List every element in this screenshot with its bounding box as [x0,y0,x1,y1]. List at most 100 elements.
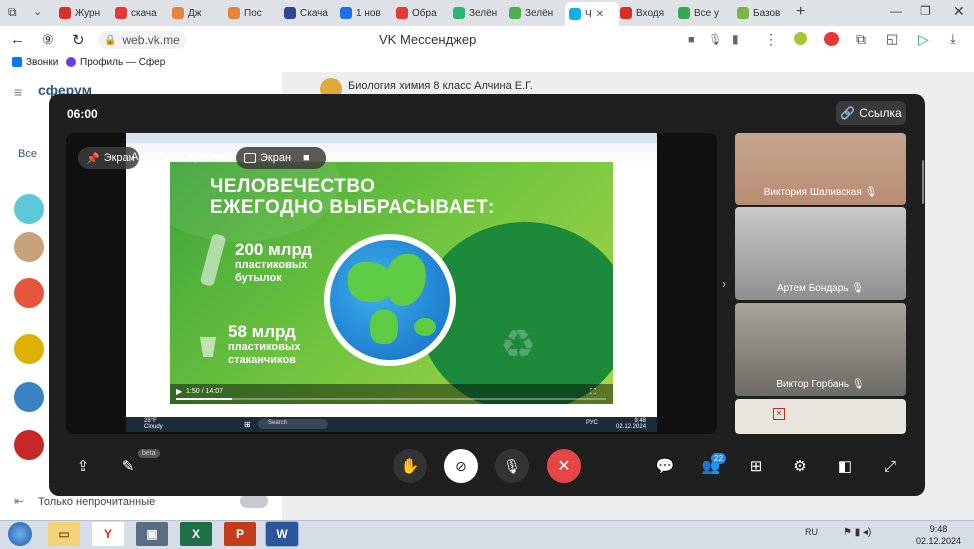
tab-label: Ч [585,8,592,20]
shared-search: Search [258,419,328,429]
browser-tab[interactable]: Все у [678,3,730,23]
camera-icon[interactable]: ■ [688,34,695,46]
browser-tab[interactable]: Скача [284,3,336,23]
beta-badge: beta [138,449,160,458]
close-tab-icon[interactable]: ✕ [596,9,604,20]
browser-tab[interactable]: Обра [396,3,448,23]
download-icon[interactable]: ⤓ [950,31,956,47]
yandex-icon[interactable]: ⑨ [42,32,54,48]
presenter-name: Анастасия Кузьмина [131,151,237,163]
browser-tab[interactable]: Журн [59,3,111,23]
microphone-icon: 🎙 [503,457,521,474]
browser-tab[interactable]: Ч ✕ [565,2,619,26]
taskbar-clock[interactable]: 9:48 02.12.2024 [916,523,961,547]
chevron-down-icon[interactable]: ⌄ [33,5,42,18]
avatar[interactable] [14,430,44,460]
participant-tile[interactable]: ✕ [735,399,906,434]
camera-toggle-button[interactable]: ⊘ [444,449,478,483]
avatar[interactable] [14,334,44,364]
browser-tab[interactable]: 1 нов [340,3,392,23]
browser-tab[interactable]: Дж [172,3,224,23]
bookmark-icon[interactable]: ▮ [732,32,739,46]
call-timer: 06:00 [67,107,98,121]
more-icon[interactable]: ⋮ [764,31,778,48]
browser-tab[interactable]: Входя [620,3,672,23]
bookmark-calls[interactable]: Звонки [26,57,58,68]
participant-tile[interactable]: Виктор Горбань 🎙 [735,303,906,396]
page-title: VK Мессенджер [379,32,477,47]
microphone-button[interactable]: 🎙 [495,449,529,483]
whiteboard-icon[interactable]: ✎ [119,457,137,475]
tab-favicon-icon [737,7,749,19]
monitor-app-icon[interactable]: ▣ [136,522,168,546]
word-icon[interactable]: W [265,521,299,547]
stat-cups: 58 млрд пластиковых стаканчиков [228,322,300,367]
chevron-right-icon[interactable]: › [722,277,726,291]
browser-tab[interactable]: Зелён [509,3,561,23]
browser-tab[interactable]: Пос [228,3,280,23]
stat2-line2: стаканчиков [228,354,296,366]
call-link-button[interactable]: 🔗 Ссылка [836,101,906,125]
mic-icon[interactable]: 🎙 [708,33,722,46]
language-indicator[interactable]: RU [805,527,818,537]
avatar[interactable] [14,232,44,262]
raise-hand-button[interactable]: ✋ [393,449,427,483]
screen-switch-pill[interactable]: Экран ■ [236,147,326,169]
video-player-bar [170,384,613,404]
excel-icon[interactable]: X [180,522,212,546]
browser-tab[interactable]: скача [115,3,167,23]
avatar[interactable] [14,194,44,224]
sidebar-icon[interactable]: ◱ [886,31,898,47]
back-icon[interactable]: ← [10,31,25,48]
menu-icon[interactable]: ≡ [14,84,22,100]
screen-icon [244,153,256,163]
browser-tab[interactable]: Базов [737,3,789,23]
extension-icon[interactable] [794,32,807,45]
player-progress-track[interactable] [176,398,606,400]
tab-label: Базов [753,7,781,19]
extensions-icon[interactable]: ⧉ [856,31,866,48]
fullscreen-icon[interactable]: ⤢ [881,457,899,475]
settings-gear-icon[interactable]: ⚙ [791,457,809,475]
reload-icon[interactable]: ↻ [72,31,85,49]
close-window-icon[interactable]: ✕ [953,3,965,20]
video-slide[interactable]: ЧЕЛОВЕЧЕСТВО ЕЖЕГОДНО ВЫБРАСЫВАЕТ: 200 м… [170,162,613,404]
bookmark-profile[interactable]: Профиль — Сфер [80,57,165,68]
minimize-icon[interactable]: — [890,4,902,18]
share-screen-icon[interactable]: ⇪ [74,457,92,475]
unread-only-label: Только непрочитанные [38,496,156,508]
yandex-browser-icon[interactable]: Y [92,522,124,546]
stat-bottles: 200 млрд пластиковых бутылок [235,240,312,285]
fullscreen-icon[interactable]: ⛶ [590,387,596,397]
avatar[interactable] [14,278,44,308]
start-button[interactable] [8,522,32,546]
url-text: web.vk.me [122,33,180,47]
browser-tab-bar: ⧉ ⌄ Журн скача Дж Пос Скача 1 нов Обра Зелён Зел… [0,0,974,26]
unread-only-toggle[interactable] [240,494,268,508]
url-field[interactable]: 🔒 web.vk.me [98,31,186,49]
end-call-button[interactable]: ✕ [547,449,581,483]
restore-icon[interactable]: ❐ [920,4,931,18]
participant-tile[interactable]: Виктория Шаливская 🎙 [735,133,906,205]
explorer-icon[interactable]: ▭ [48,522,80,546]
chat-header-title: Биология химия 8 класс Алчина Е.Г. [348,80,533,92]
recorder-icon[interactable] [824,32,839,46]
layout-icon[interactable]: ◧ [836,457,854,475]
grid-view-icon[interactable]: ⊞ [747,457,765,475]
play-icon[interactable]: ▶ [176,387,182,396]
chat-icon[interactable]: 💬 [656,457,675,475]
tab-favicon-icon [284,7,296,19]
avatar[interactable] [14,382,44,412]
new-tab-button[interactable]: + [796,3,805,21]
tab-list-icon[interactable]: ⧉ [8,5,17,20]
tray-icons[interactable]: ⚑ ▮ ◂) [843,527,871,538]
shared-clock: 9:48 02.12.2024 [616,418,647,430]
participant-tile[interactable]: Артем Бондарь 🎙 [735,207,906,300]
filter-all[interactable]: Все [18,148,37,160]
play-icon[interactable]: ▷ [918,31,929,48]
powerpoint-icon[interactable]: P [224,522,256,546]
tiles-scrollbar[interactable] [922,160,924,204]
pin-screen-pill[interactable]: 📌 Экран [78,147,139,169]
browser-tab[interactable]: Зелён [453,3,505,23]
tab-label: Входя [636,7,665,19]
